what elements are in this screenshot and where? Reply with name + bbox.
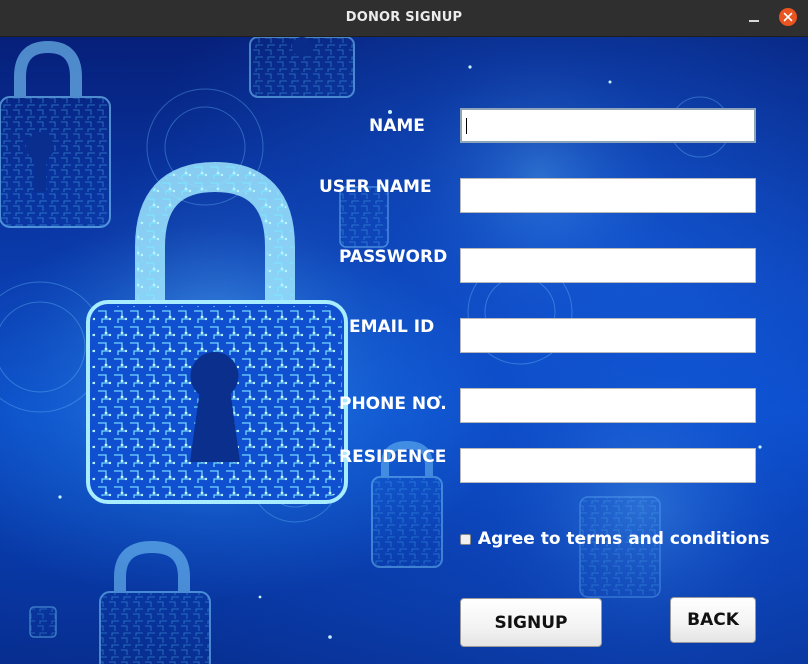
phone-field[interactable] bbox=[460, 388, 756, 423]
residence-field[interactable] bbox=[460, 448, 756, 483]
agree-checkbox[interactable] bbox=[460, 533, 471, 545]
donor-signup-window: DONOR SIGNUP NAME USER NAME PASSWORD EMA… bbox=[0, 0, 808, 664]
agree-label: Agree to terms and conditions bbox=[478, 529, 770, 549]
agree-terms-checkbox-row[interactable]: Agree to terms and conditions bbox=[460, 527, 770, 551]
residence-label: RESIDENCE bbox=[339, 447, 447, 467]
password-label: PASSWORD bbox=[339, 247, 448, 267]
name-field[interactable] bbox=[460, 108, 756, 143]
username-label: USER NAME bbox=[319, 177, 432, 197]
text-caret bbox=[466, 118, 467, 134]
minimize-icon[interactable] bbox=[746, 10, 762, 26]
back-button[interactable]: BACK bbox=[670, 597, 756, 643]
title-bar: DONOR SIGNUP bbox=[0, 0, 808, 37]
email-label: EMAIL ID bbox=[349, 317, 435, 337]
phone-label: PHONE NO. bbox=[339, 394, 447, 414]
signup-button[interactable]: SIGNUP bbox=[460, 598, 602, 647]
close-icon[interactable] bbox=[779, 8, 797, 26]
email-field[interactable] bbox=[460, 318, 756, 353]
name-label: NAME bbox=[369, 116, 425, 136]
window-title: DONOR SIGNUP bbox=[345, 10, 463, 25]
password-field[interactable] bbox=[460, 248, 756, 283]
username-field[interactable] bbox=[460, 178, 756, 213]
